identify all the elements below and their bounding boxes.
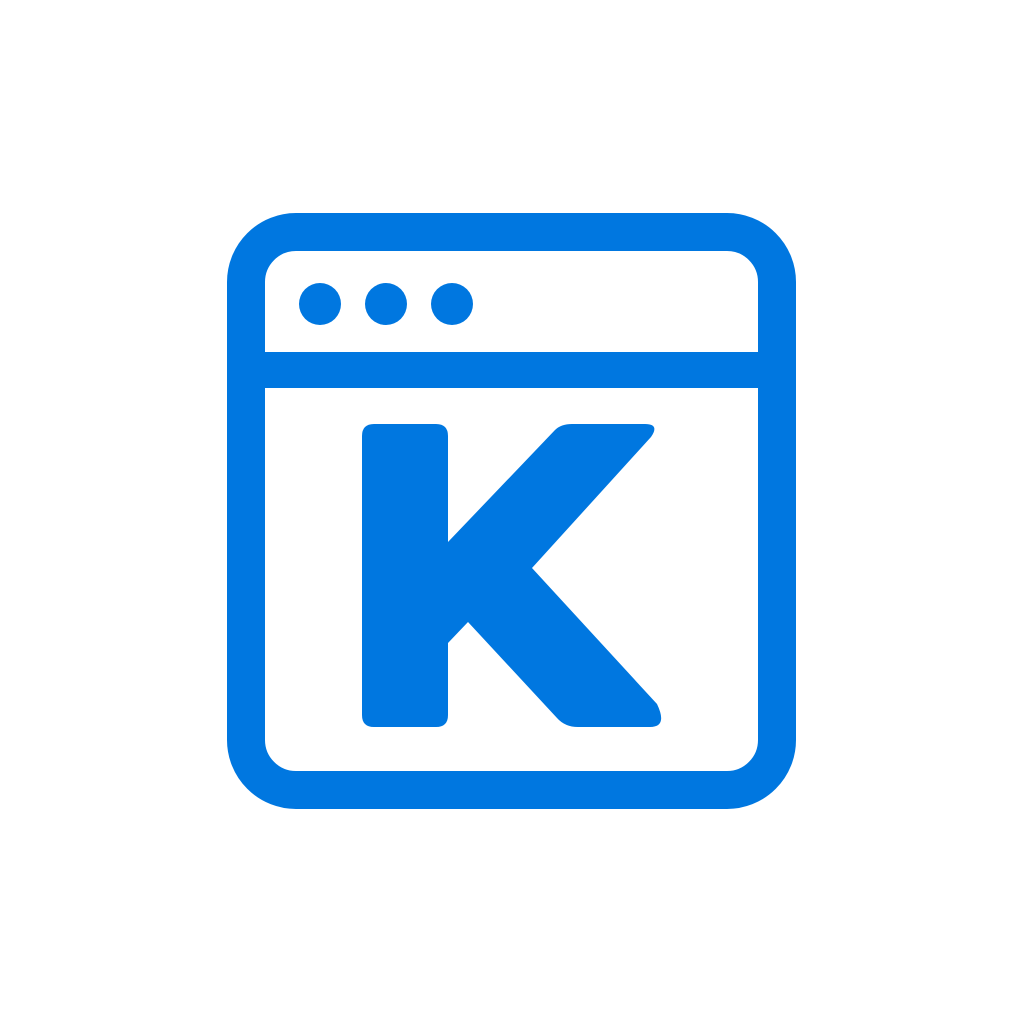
- window-dot-icon: [431, 283, 473, 325]
- k-letter-mark: [362, 424, 662, 727]
- title-bar-divider: [246, 352, 777, 388]
- app-logo: [227, 213, 796, 809]
- logo-canvas: [0, 0, 1024, 1024]
- window-dot-icon: [299, 283, 341, 325]
- window-dot-icon: [365, 283, 407, 325]
